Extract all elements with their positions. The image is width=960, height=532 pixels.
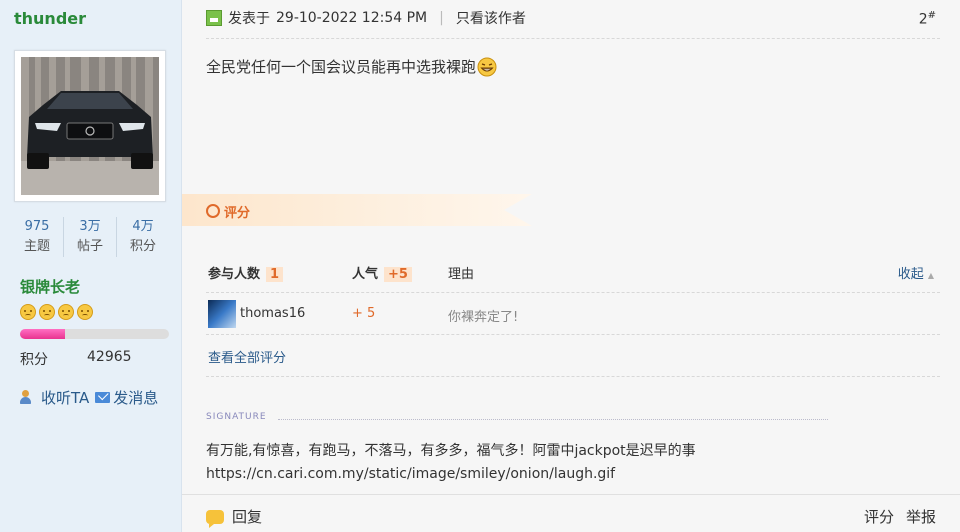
- points-label: 积分: [20, 352, 48, 368]
- post-datetime: 29-10-2022 12:54 PM: [276, 10, 428, 26]
- stat-value: 3万: [79, 219, 101, 234]
- floor-mark: #: [927, 10, 936, 21]
- participants-count: 1: [266, 267, 284, 282]
- rating-tab-label: 评分: [224, 206, 251, 221]
- post-content: 全民党任何一个国会议员能再中选我裸跑: [206, 56, 497, 77]
- stat-points[interactable]: 4万 积分: [117, 217, 169, 257]
- message-label: 发消息: [113, 389, 159, 407]
- signature-line: 有万能,有惊喜，有跑马，不落马，有多多，福气多！阿雷中jackpot是迟早的事: [206, 443, 696, 459]
- rating-divider: [206, 292, 940, 293]
- collapse-label: 收起: [897, 267, 924, 282]
- rater-avatar[interactable]: [208, 300, 236, 328]
- rank-star-icon: [20, 304, 36, 320]
- popularity-label: 人气: [352, 267, 379, 282]
- popularity-column: 人气 +5: [352, 263, 412, 282]
- points-row: 积分 42965: [20, 349, 132, 369]
- reply-button[interactable]: 回复: [206, 506, 263, 528]
- user-stats: 975 主题 3万 帖子 4万 积分: [11, 217, 169, 257]
- laugh-emoji-icon: [477, 57, 497, 76]
- participants-column: 参与人数 1: [208, 263, 284, 282]
- follow-button[interactable]: 收听TA: [20, 387, 89, 408]
- popularity-total: +5: [384, 267, 412, 282]
- header-separator: |: [439, 10, 444, 26]
- stat-label: 积分: [129, 239, 156, 254]
- rank-star-icon: [58, 304, 74, 320]
- reason-column: 理由: [448, 267, 475, 282]
- rate-button[interactable]: 评分: [864, 506, 894, 527]
- stat-threads[interactable]: 975 主题: [11, 217, 64, 257]
- rater-score: + 5: [352, 306, 376, 321]
- signature-text: 有万能,有惊喜，有跑马，不落马，有多多，福气多！阿雷中jackpot是迟早的事 …: [206, 440, 696, 486]
- rating-circle-icon: [206, 204, 220, 218]
- author-name[interactable]: thunder: [14, 9, 86, 28]
- reply-label: 回复: [232, 508, 263, 526]
- view-all-ratings-link[interactable]: 查看全部评分: [208, 347, 286, 366]
- rank-progress-bar: [20, 329, 169, 339]
- rank-progress-fill: [20, 329, 65, 339]
- rank-star-icon: [39, 304, 55, 320]
- post-status-icon: [206, 10, 222, 26]
- stat-value: 4万: [132, 219, 154, 234]
- avatar[interactable]: [14, 50, 166, 202]
- stat-label: 帖子: [76, 239, 103, 254]
- follow-icon: [20, 389, 38, 406]
- author-panel: thunder 975 主题 3万 帖子 4万 积分 银牌长老 积分 42965…: [0, 0, 182, 532]
- rank-stars: [20, 304, 93, 320]
- footer-actions: 评分 举报: [864, 506, 936, 527]
- floor-value: 2: [918, 11, 928, 28]
- car-avatar-image: [21, 57, 159, 195]
- rating-bottom-divider: [206, 376, 940, 377]
- participants-label: 参与人数: [208, 267, 261, 282]
- signature-divider: [278, 419, 828, 420]
- posted-label: 发表于: [228, 11, 270, 27]
- floor-number[interactable]: 2#: [919, 10, 936, 28]
- rating-row-divider: [206, 334, 940, 335]
- author-only-link[interactable]: 只看该作者: [456, 8, 526, 28]
- stat-label: 主题: [23, 239, 50, 254]
- rank-star-icon: [77, 304, 93, 320]
- user-actions: 收听TA 发消息: [20, 387, 158, 408]
- report-button[interactable]: 举报: [906, 506, 936, 527]
- mail-icon: [95, 392, 111, 403]
- post-body: 发表于 29-10-2022 12:54 PM | 只看该作者 2# 全民党任何…: [182, 0, 960, 532]
- caret-up-icon: ▲: [927, 271, 934, 280]
- signature-url[interactable]: https://cn.cari.com.my/static/image/smil…: [206, 463, 696, 486]
- reply-bubble-icon: [206, 509, 224, 528]
- post-text: 全民党任何一个国会议员能再中选我裸跑: [206, 58, 477, 76]
- message-button[interactable]: 发消息: [95, 387, 158, 408]
- rater-name[interactable]: thomas16: [240, 306, 305, 321]
- rating-tab[interactable]: 评分: [182, 194, 532, 226]
- post-header: 发表于 29-10-2022 12:54 PM | 只看该作者: [206, 8, 526, 28]
- user-rank: 银牌长老: [20, 278, 81, 296]
- rater-reason: 你裸奔定了!: [448, 310, 519, 325]
- header-divider: [206, 38, 940, 39]
- signature-label: SIGNATURE: [206, 412, 267, 422]
- points-value: 42965: [87, 349, 132, 365]
- rating-row: thomas16 + 5 你裸奔定了!: [206, 298, 940, 328]
- stat-value: 975: [24, 219, 50, 234]
- footer-divider: [182, 494, 960, 495]
- follow-label: 收听TA: [41, 389, 90, 407]
- stat-posts[interactable]: 3万 帖子: [64, 217, 117, 257]
- collapse-rating-link[interactable]: 收起 ▲: [898, 263, 934, 282]
